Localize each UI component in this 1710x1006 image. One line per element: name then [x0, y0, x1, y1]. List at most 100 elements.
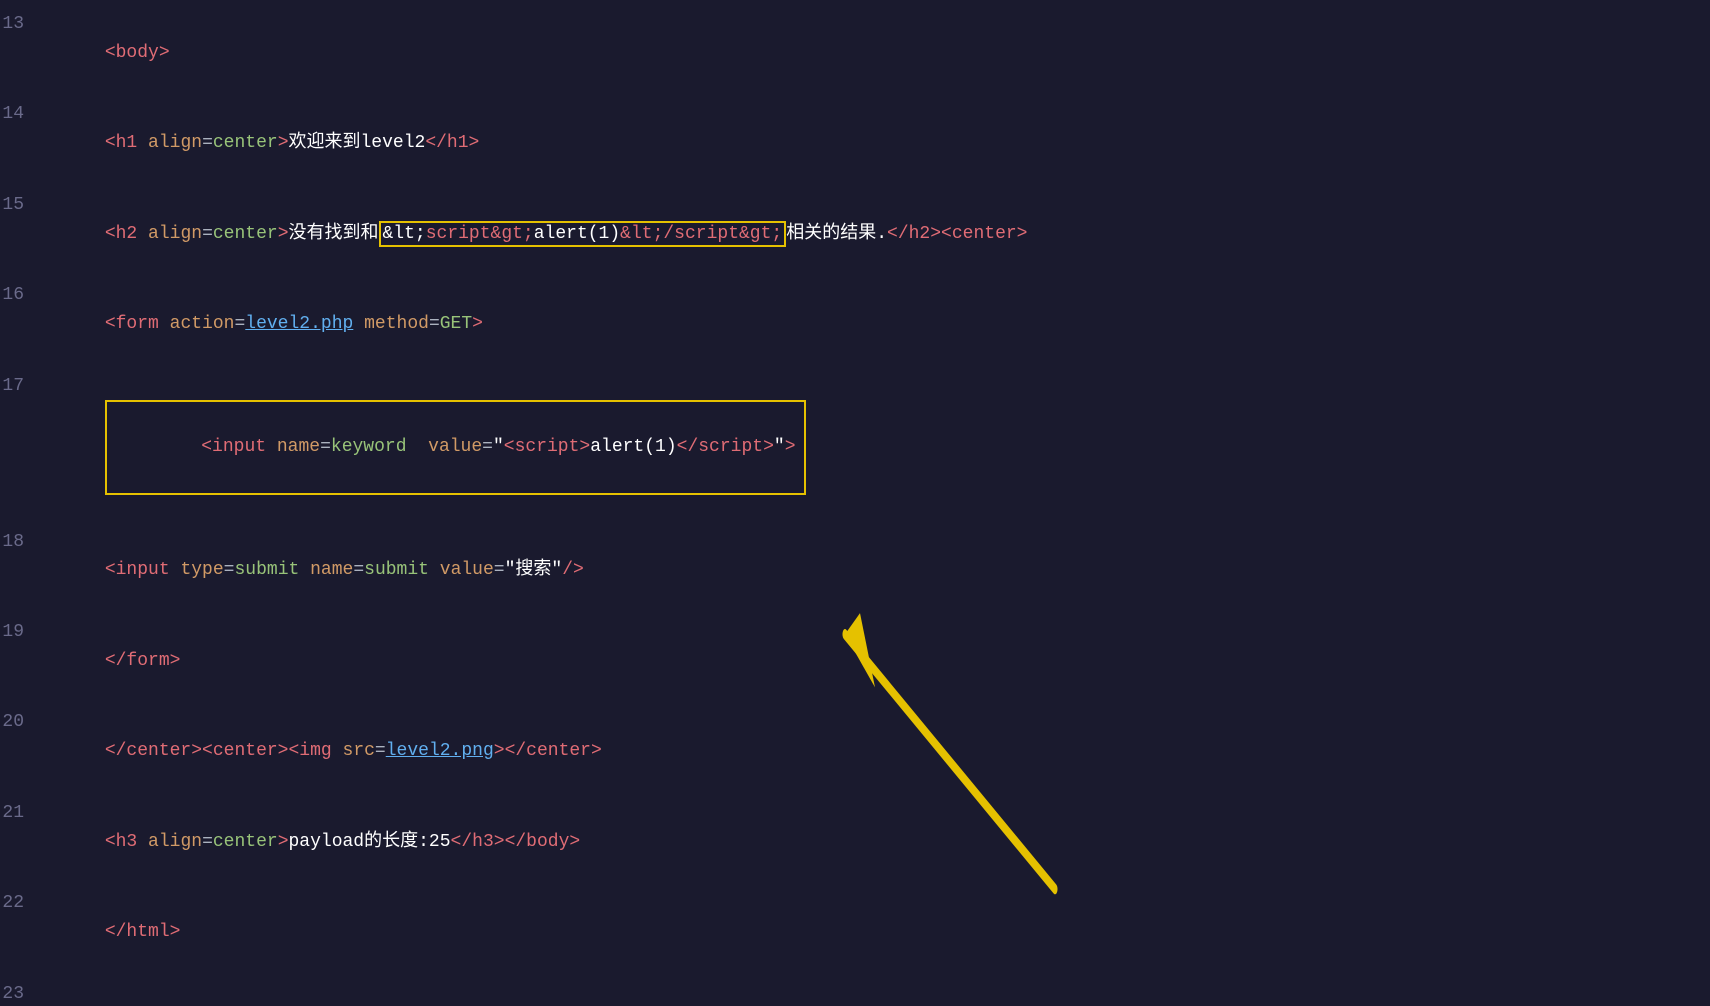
tag-h3: h3 [116, 832, 138, 852]
line-content-15: <h2 align=center>没有找到和&lt;script&gt;aler… [40, 191, 1710, 277]
tag-gt15: > [170, 922, 181, 942]
attr-align: align [148, 133, 202, 153]
line-number-14: 14 [0, 100, 40, 129]
eq10: = [375, 741, 386, 761]
tag-gt3: > [278, 224, 289, 244]
line-number-17: 17 [0, 372, 40, 401]
line-content-22: </html> [40, 889, 1710, 975]
tag-gt12: > [278, 832, 289, 852]
script-close-gt: > [763, 437, 774, 457]
eq11: = [202, 832, 213, 852]
val-submit: submit [234, 560, 299, 580]
line-content-21: <h3 align=center>payload的长度:25</h3></bod… [40, 799, 1710, 885]
attr-action: action [170, 314, 235, 334]
quote3: "搜索" [505, 560, 563, 580]
line-content-17: <input name=keyword value="<script>alert… [40, 372, 1710, 524]
script-close-name: script [698, 437, 763, 457]
text-h1: 欢迎来到level2 [289, 133, 426, 153]
code-line-13: 13 <body> [0, 8, 1710, 98]
attr-value-kw: value [428, 437, 482, 457]
sp4 [266, 437, 277, 457]
tag-gt9: > [191, 741, 202, 761]
sp8 [429, 560, 440, 580]
tag-h3-close: h3 [472, 832, 494, 852]
attr-method: method [364, 314, 429, 334]
tag-h2-close: h2 [909, 224, 931, 244]
code-viewer: 13 <body> 14 <h1 align=center>欢迎来到level2… [0, 8, 1710, 1006]
alert-text: alert(1) [534, 224, 620, 244]
tag-close-center: </ [105, 741, 127, 761]
line-number-16: 16 [0, 281, 40, 310]
tag-form: form [116, 314, 159, 334]
attr-align3: align [148, 832, 202, 852]
line-content-20: </center><center><img src=level2.png></c… [40, 708, 1710, 794]
tag-input2: input [116, 560, 170, 580]
code-line-19: 19 </form> [0, 616, 1710, 706]
tag-close-img: ></ [494, 741, 526, 761]
tag-center2: center [213, 741, 278, 761]
tag-open-center2: < [202, 741, 213, 761]
tag-body-close: body [526, 832, 569, 852]
code-line-16: 16 <form action=level2.php method=GET> [0, 279, 1710, 369]
val-submit2: submit [364, 560, 429, 580]
tag-gt8: > [170, 651, 181, 671]
val-action: level2.php [245, 314, 353, 334]
sp [137, 224, 148, 244]
tag-open-h2: < [105, 224, 116, 244]
tag-h1-close: h1 [447, 133, 469, 153]
line-number-21: 21 [0, 799, 40, 828]
tag-body: body [116, 43, 159, 63]
text-payload: payload的长度:25 [289, 832, 451, 852]
tag-close-h2: </ [887, 224, 909, 244]
tag-open-input2: < [105, 560, 116, 580]
tag-open: < [105, 43, 116, 63]
line-content-18: <input type=submit name=submit value="搜索… [40, 528, 1710, 614]
tag-close-form: </ [105, 651, 127, 671]
tag-open-h1: < [105, 133, 116, 153]
line-number-19: 19 [0, 618, 40, 647]
code-line-14: 14 <h1 align=center>欢迎来到level2</h1> [0, 98, 1710, 188]
tag-gt5: > [1017, 224, 1028, 244]
val-center3: center [213, 832, 278, 852]
script-tag-name: script [515, 437, 580, 457]
val-center2: center [213, 224, 278, 244]
attr-type: type [180, 560, 223, 580]
code-line-21: 21 <h3 align=center>payload的长度:25</h3></… [0, 797, 1710, 887]
sp3 [353, 314, 364, 334]
eq6: = [482, 437, 493, 457]
tag-close-body: </ [505, 832, 527, 852]
eq9: = [494, 560, 505, 580]
val-src: level2.png [386, 741, 494, 761]
line-number-15: 15 [0, 191, 40, 220]
tag-gt4: > [930, 224, 941, 244]
attr-name-sub: name [310, 560, 353, 580]
eq5: = [320, 437, 331, 457]
tag-img: img [299, 741, 331, 761]
selfclose: /> [562, 560, 584, 580]
code-line-22: 22 </html> [0, 887, 1710, 977]
sp7 [299, 560, 310, 580]
text-no: 没有找到和 [289, 224, 379, 244]
attr-value-sub: value [440, 560, 494, 580]
highlight-input-line: <input name=keyword value="<script>alert… [105, 400, 806, 494]
code-line-20: 20 </center><center><img src=level2.png>… [0, 706, 1710, 796]
quote1: " [493, 437, 504, 457]
tag-gt14: > [569, 832, 580, 852]
tag-gt11: > [591, 741, 602, 761]
sp9 [332, 741, 343, 761]
code-line-18: 18 <input type=submit name=submit value=… [0, 526, 1710, 616]
escaped-lt: &lt; [383, 224, 426, 244]
script-open: < [504, 437, 515, 457]
line-content-19: </form> [40, 618, 1710, 704]
sp6 [170, 560, 181, 580]
line-content-16: <form action=level2.php method=GET> [40, 281, 1710, 367]
tag-open-form: < [105, 314, 116, 334]
tag-h1: h1 [116, 133, 138, 153]
tag-open-h3: < [105, 832, 116, 852]
tag-open-center: < [941, 224, 952, 244]
eq8: = [353, 560, 364, 580]
line-number-18: 18 [0, 528, 40, 557]
tag-close-h1: </ [425, 133, 447, 153]
script-gt: > [579, 437, 590, 457]
attr-src: src [343, 741, 375, 761]
